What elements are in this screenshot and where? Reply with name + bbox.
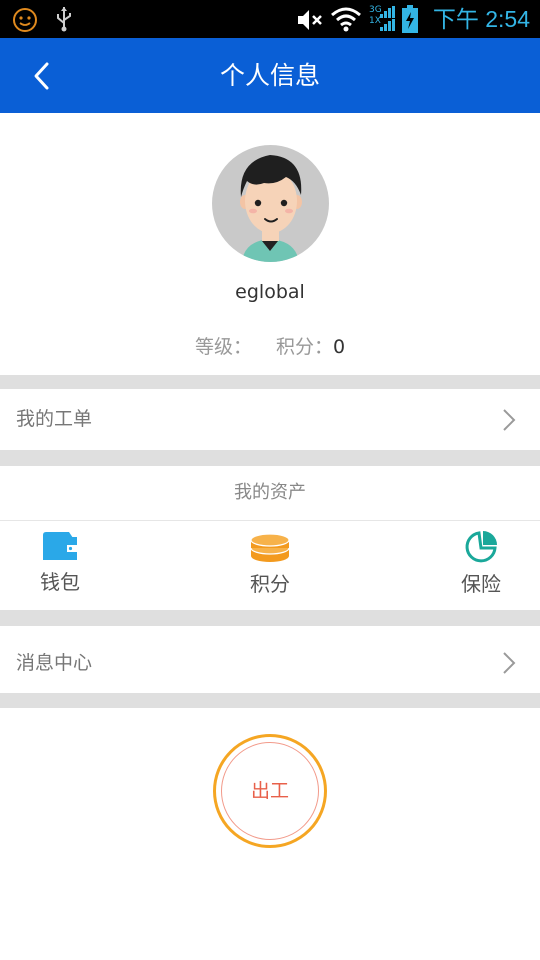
user-stats: 等级： 积分：0 [0, 332, 540, 359]
insurance-button[interactable]: 保险 [441, 524, 521, 610]
battery-charging-icon [402, 5, 418, 33]
pie-chart-icon [465, 531, 497, 563]
divider [0, 693, 540, 708]
usb-icon [57, 7, 71, 32]
mute-icon [298, 10, 322, 30]
clock-in-label: 出工 [250, 780, 289, 802]
chevron-right-icon [503, 652, 516, 674]
level-label: 等级： [194, 336, 252, 358]
wifi-icon [331, 7, 361, 32]
message-center-row[interactable]: 消息中心 [0, 626, 540, 693]
message-center-label: 消息中心 [16, 652, 93, 674]
wallet-button[interactable]: 钱包 [20, 524, 100, 610]
wallet-label: 钱包 [40, 570, 80, 594]
work-orders-label: 我的工单 [16, 408, 93, 430]
divider [0, 520, 540, 521]
profile-section: eglobal 等级： 积分：0 [0, 113, 540, 375]
divider [0, 375, 540, 389]
divider [0, 610, 540, 626]
status-time: 下午 2:54 [432, 6, 530, 32]
emoji-icon [13, 8, 37, 32]
coins-icon [250, 533, 290, 562]
points-value: 0 [332, 336, 346, 358]
chevron-right-icon [503, 409, 516, 431]
assets-title: 我的资产 [0, 466, 540, 520]
signal-icon [380, 6, 395, 31]
clock-in-button[interactable]: 出工 [213, 734, 327, 848]
wallet-icon [43, 532, 77, 560]
username: eglobal [235, 281, 305, 303]
work-orders-row[interactable]: 我的工单 [0, 389, 540, 450]
points-button[interactable]: 积分 [230, 524, 310, 610]
points-label: 积分 [250, 572, 290, 596]
points-label: 积分： [275, 336, 333, 358]
avatar-cartoon-boy [240, 155, 302, 262]
insurance-label: 保险 [461, 572, 501, 596]
avatar[interactable] [212, 145, 329, 262]
app-bar: 个人信息 [0, 38, 540, 113]
status-bar: 3G 1X 下午 2:54 [0, 0, 540, 38]
page-title: 个人信息 [219, 61, 320, 90]
divider [0, 450, 540, 466]
